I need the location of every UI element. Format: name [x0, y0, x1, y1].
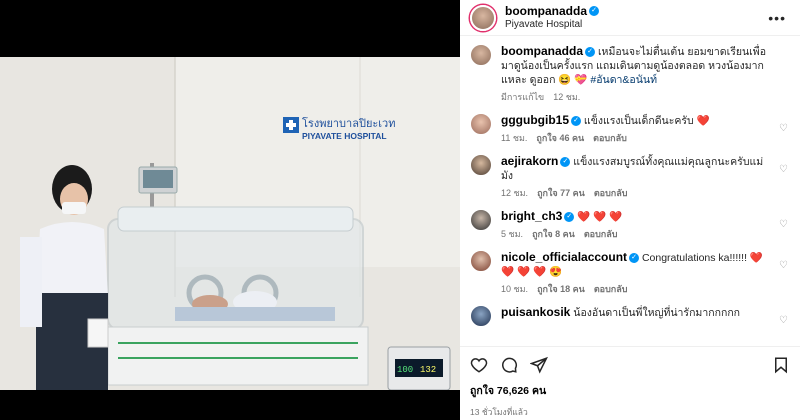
- verified-badge-icon: ✓: [571, 116, 581, 127]
- commenter-username[interactable]: aejirakorn: [501, 154, 558, 168]
- comment-likes[interactable]: ถูกใจ 46 คน: [536, 133, 584, 143]
- verified-badge-icon: ✓: [560, 157, 571, 168]
- commenter-username[interactable]: bright_ch3: [501, 209, 562, 223]
- bookmark-icon[interactable]: [772, 356, 790, 374]
- caption-hashtag[interactable]: #อันดา&อนันท์: [590, 74, 657, 86]
- comment-text: น้องอันดาเป็นพี่ใหญ่ที่น่ารักมากกกกก: [573, 307, 741, 319]
- verified-badge-icon: ✓: [629, 253, 640, 264]
- comment-icon[interactable]: [500, 356, 518, 374]
- post-media[interactable]: โรงพยาบาลปิยะเวท PIYAVATE HOSPITAL 100 1…: [0, 0, 460, 420]
- hospital-sign-en: PIYAVATE HOSPITAL: [302, 131, 387, 141]
- author-username[interactable]: boompanadda: [505, 4, 587, 18]
- comment-item: aejirakorn ✓ แข็งแรงสมบูรณ์ทั้งคุณแม่คุณล…: [470, 154, 790, 200]
- post-actions-footer: ถูกใจ 76,626 คน 13 ชั่วโมงที่แล้ว: [460, 346, 800, 420]
- likes-count[interactable]: ถูกใจ 76,626 คน: [470, 382, 790, 399]
- post-header: boompanadda ✓ Piyavate Hospital •••: [460, 0, 800, 36]
- commenter-username[interactable]: puisankosik: [501, 305, 570, 319]
- reply-button[interactable]: ตอบกลับ: [593, 133, 627, 143]
- comment-time: 10 ชม.: [501, 284, 529, 294]
- hospital-sign-thai: โรงพยาบาลปิยะเวท: [302, 116, 395, 130]
- comment-text: แข็งแรงเป็นเด็กดีนะครับ ❤️: [583, 115, 710, 127]
- reply-button[interactable]: ตอบกลับ: [584, 229, 618, 239]
- heart-icon[interactable]: [470, 356, 488, 374]
- reply-button[interactable]: ตอบกลับ: [594, 284, 628, 294]
- commenter-avatar[interactable]: [470, 305, 492, 327]
- like-comment-heart-icon[interactable]: ♡: [779, 315, 788, 326]
- commenter-username[interactable]: gggubgib15: [501, 113, 569, 127]
- author-avatar[interactable]: [470, 4, 496, 31]
- comment-time: 12 ชม.: [501, 188, 529, 198]
- vitals-monitor: 100 132: [387, 346, 451, 390]
- monitor-readout-1: 100: [397, 365, 413, 375]
- comment-likes[interactable]: ถูกใจ 77 คน: [537, 188, 585, 198]
- comment-time: 11 ชม.: [501, 133, 528, 143]
- verified-badge-icon: ✓: [564, 212, 575, 223]
- comment-likes[interactable]: ถูกใจ 18 คน: [537, 284, 585, 294]
- more-horizontal-icon[interactable]: •••: [764, 8, 790, 28]
- comment-item: puisankosik น้องอันดาเป็นพี่ใหญ่ที่น่ารั…: [470, 305, 790, 327]
- caption-username[interactable]: boompanadda: [501, 44, 583, 58]
- like-comment-heart-icon[interactable]: ♡: [779, 123, 788, 134]
- caption-avatar[interactable]: [470, 44, 492, 66]
- post-side-panel: boompanadda ✓ Piyavate Hospital ••• boomp…: [460, 0, 800, 420]
- comment-text: ❤️ ❤️ ❤️: [577, 211, 623, 223]
- caption-time: 12 ชม.: [553, 92, 581, 102]
- commenter-avatar[interactable]: [470, 113, 492, 135]
- like-comment-heart-icon[interactable]: ♡: [779, 219, 788, 230]
- post-photo: โรงพยาบาลปิยะเวท PIYAVATE HOSPITAL 100 1…: [0, 57, 460, 390]
- verified-badge-icon: ✓: [589, 5, 600, 16]
- caption-edited-label: มีการแก้ไข: [501, 92, 545, 102]
- comment-likes[interactable]: ถูกใจ 8 คน: [532, 229, 575, 239]
- monitor-readout-2: 132: [420, 365, 436, 375]
- commenter-avatar[interactable]: [470, 209, 492, 231]
- post-location[interactable]: Piyavate Hospital: [505, 18, 764, 31]
- commenter-avatar[interactable]: [470, 250, 492, 272]
- commenter-username[interactable]: nicole_officialaccount: [501, 250, 627, 264]
- share-icon[interactable]: [530, 356, 548, 374]
- post-caption: boompanadda ✓ เหมือนจะไม่ตื่นเต้น ยอมขาดเ…: [470, 44, 790, 104]
- verified-badge-icon: ✓: [585, 47, 596, 58]
- reply-button[interactable]: ตอบกลับ: [594, 188, 628, 198]
- comment-item: bright_ch3 ✓ ❤️ ❤️ ❤️ 5 ชม. ถูกใจ 8 คน ตอบก…: [470, 209, 790, 241]
- comment-time: 5 ชม.: [501, 229, 524, 239]
- comment-item: gggubgib15 ✓ แข็งแรงเป็นเด็กดีนะครับ ❤️ 1…: [470, 113, 790, 145]
- like-comment-heart-icon[interactable]: ♡: [779, 260, 788, 271]
- comment-item: nicole_officialaccount ✓ Congratulations …: [470, 250, 790, 296]
- like-comment-heart-icon[interactable]: ♡: [779, 164, 788, 175]
- post-timestamp[interactable]: 13 ชั่วโมงที่แล้ว: [470, 405, 790, 419]
- comments-list[interactable]: boompanadda ✓ เหมือนจะไม่ตื่นเต้น ยอมขาดเ…: [460, 44, 800, 344]
- commenter-avatar[interactable]: [470, 154, 492, 176]
